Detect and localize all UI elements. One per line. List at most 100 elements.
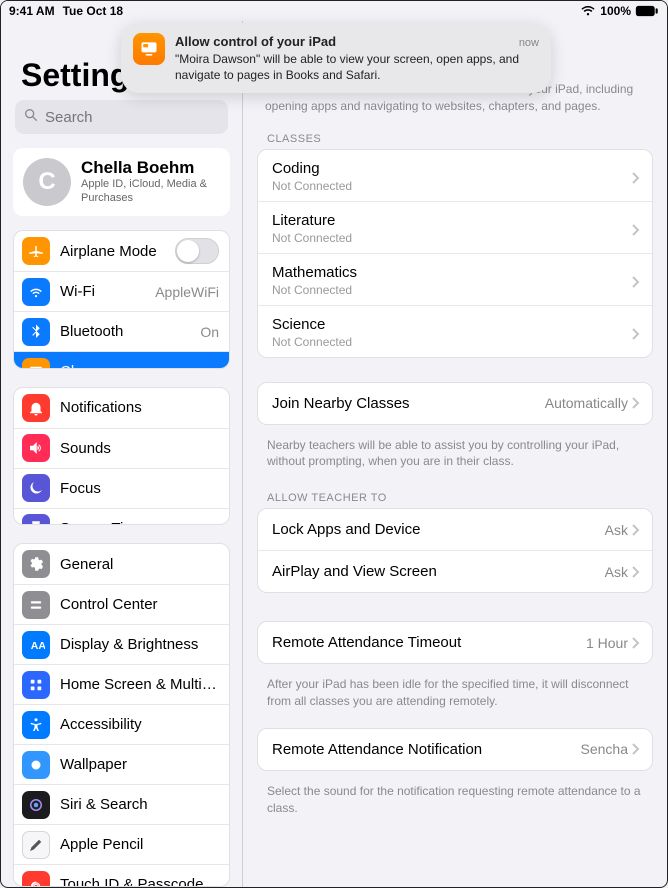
sidebar-item-accessibility[interactable]: Accessibility xyxy=(14,704,229,744)
class-row-coding[interactable]: Coding Not Connected xyxy=(258,150,652,201)
timeout-group: Remote Attendance Timeout 1 Hour xyxy=(257,621,653,664)
sidebar-item-focus[interactable]: Focus xyxy=(14,468,229,508)
drow-value: Sencha xyxy=(581,741,628,757)
sidebar-item-label: Wi-Fi xyxy=(60,283,155,300)
sidebar-item-label: Accessibility xyxy=(60,716,219,733)
bluetooth-value: On xyxy=(200,324,219,340)
chevron-right-icon xyxy=(632,276,640,288)
sidebar-group-alerts: Notifications Sounds Focus Screen Time xyxy=(13,387,230,526)
detail-pane: Classroom allows teachers to access and … xyxy=(243,21,667,887)
status-time: 9:41 AM xyxy=(9,4,55,18)
class-row-literature[interactable]: Literature Not Connected xyxy=(258,201,652,253)
wallpaper-icon xyxy=(22,751,50,779)
sidebar-item-control-center[interactable]: Control Center xyxy=(14,584,229,624)
sidebar-item-label: Focus xyxy=(60,480,219,497)
chevron-right-icon xyxy=(632,566,640,578)
speaker-icon xyxy=(22,434,50,462)
remote-timeout-row[interactable]: Remote Attendance Timeout 1 Hour xyxy=(258,622,652,663)
class-sub: Not Connected xyxy=(272,335,632,349)
join-nearby-classes[interactable]: Join Nearby Classes Automatically xyxy=(258,383,652,424)
profile-name: Chella Boehm xyxy=(81,158,220,178)
airplay-row[interactable]: AirPlay and View Screen Ask xyxy=(258,550,652,592)
sidebar-item-label: Wallpaper xyxy=(60,756,219,773)
class-row-science[interactable]: Science Not Connected xyxy=(258,305,652,357)
remote-notification-row[interactable]: Remote Attendance Notification Sencha xyxy=(258,729,652,770)
sidebar-item-home-screen[interactable]: Home Screen & Multitas... xyxy=(14,664,229,704)
classroom-icon xyxy=(133,33,165,65)
profile-subtitle: Apple ID, iCloud, Media & Purchases xyxy=(81,178,220,206)
sidebar-item-screen-time[interactable]: Screen Time xyxy=(14,508,229,526)
pencil-icon xyxy=(22,831,50,859)
drow-value: Automatically xyxy=(545,395,628,411)
sidebar-group-connectivity: Airplane Mode Wi-Fi AppleWiFi Bluetooth … xyxy=(13,230,230,369)
apple-id-card[interactable]: C Chella Boehm Apple ID, iCloud, Media &… xyxy=(13,148,230,216)
sidebar-item-wifi[interactable]: Wi-Fi AppleWiFi xyxy=(14,271,229,311)
class-title: Mathematics xyxy=(272,264,632,281)
chevron-right-icon xyxy=(632,397,640,409)
status-date: Tue Oct 18 xyxy=(63,4,123,18)
wifi-value: AppleWiFi xyxy=(155,284,219,300)
sidebar-item-touch-id[interactable]: Touch ID & Passcode xyxy=(14,864,229,887)
notification-time: now xyxy=(519,36,539,51)
drow-title: Remote Attendance Notification xyxy=(272,741,581,758)
hourglass-icon xyxy=(22,514,50,525)
search-input[interactable] xyxy=(45,109,243,126)
search-field[interactable] xyxy=(15,100,228,134)
chevron-right-icon xyxy=(632,172,640,184)
join-footer: Nearby teachers will be able to assist y… xyxy=(257,431,653,489)
class-row-mathematics[interactable]: Mathematics Not Connected xyxy=(258,253,652,305)
siri-icon xyxy=(22,791,50,819)
sidebar-item-wallpaper[interactable]: Wallpaper xyxy=(14,744,229,784)
sidebar-item-airplane[interactable]: Airplane Mode xyxy=(14,231,229,271)
lock-apps-row[interactable]: Lock Apps and Device Ask xyxy=(258,509,652,550)
chevron-right-icon xyxy=(632,328,640,340)
airplane-icon xyxy=(22,237,50,265)
sidebar-item-label: Airplane Mode xyxy=(60,243,175,260)
bell-icon xyxy=(22,394,50,422)
display-icon: AA xyxy=(22,631,50,659)
sidebar-item-label: Sounds xyxy=(60,440,219,457)
search-icon xyxy=(23,107,39,128)
sidebar-item-label: Touch ID & Passcode xyxy=(60,876,219,887)
class-title: Coding xyxy=(272,160,632,177)
airplane-toggle[interactable] xyxy=(175,238,219,264)
wifi-icon xyxy=(22,278,50,306)
drow-title: AirPlay and View Screen xyxy=(272,563,605,580)
drow-value: Ask xyxy=(605,564,628,580)
class-sub: Not Connected xyxy=(272,283,632,297)
sidebar-item-label: General xyxy=(60,556,219,573)
sidebar-item-general[interactable]: General xyxy=(14,544,229,584)
sidebar: Settings C Chella Boehm Apple ID, iCloud… xyxy=(1,21,243,887)
sidebar-item-sounds[interactable]: Sounds xyxy=(14,428,229,468)
fingerprint-icon xyxy=(22,871,50,887)
wifi-icon xyxy=(580,5,596,17)
avatar: C xyxy=(23,158,71,206)
sidebar-item-label: Bluetooth xyxy=(60,323,200,340)
battery-icon xyxy=(635,5,659,17)
gear-icon xyxy=(22,550,50,578)
sidebar-item-label: Siri & Search xyxy=(60,796,219,813)
sidebar-item-siri[interactable]: Siri & Search xyxy=(14,784,229,824)
notif-sound-footer: Select the sound for the notification re… xyxy=(257,777,653,835)
sidebar-item-label: Screen Time xyxy=(60,520,219,526)
drow-value: Ask xyxy=(605,522,628,538)
notification-title: Allow control of your iPad xyxy=(175,33,336,51)
drow-title: Join Nearby Classes xyxy=(272,395,545,412)
sidebar-item-display[interactable]: AA Display & Brightness xyxy=(14,624,229,664)
sidebar-item-apple-pencil[interactable]: Apple Pencil xyxy=(14,824,229,864)
drow-value: 1 Hour xyxy=(586,635,628,651)
drow-title: Remote Attendance Timeout xyxy=(272,634,586,651)
sidebar-item-label: Display & Brightness xyxy=(60,636,219,653)
sidebar-group-general: General Control Center AA Display & Brig… xyxy=(13,543,230,887)
chevron-right-icon xyxy=(632,743,640,755)
sidebar-item-notifications[interactable]: Notifications xyxy=(14,388,229,428)
class-sub: Not Connected xyxy=(272,231,632,245)
classes-group: Coding Not Connected Literature Not Conn… xyxy=(257,149,653,358)
sidebar-item-classroom[interactable]: Classroom xyxy=(14,351,229,369)
notif-sound-group: Remote Attendance Notification Sencha xyxy=(257,728,653,771)
accessibility-icon xyxy=(22,711,50,739)
sidebar-item-label: Classroom xyxy=(60,363,219,369)
sidebar-item-bluetooth[interactable]: Bluetooth On xyxy=(14,311,229,351)
classroom-icon xyxy=(22,358,50,369)
notification-banner[interactable]: Allow control of your iPad now "Moira Da… xyxy=(121,23,551,93)
